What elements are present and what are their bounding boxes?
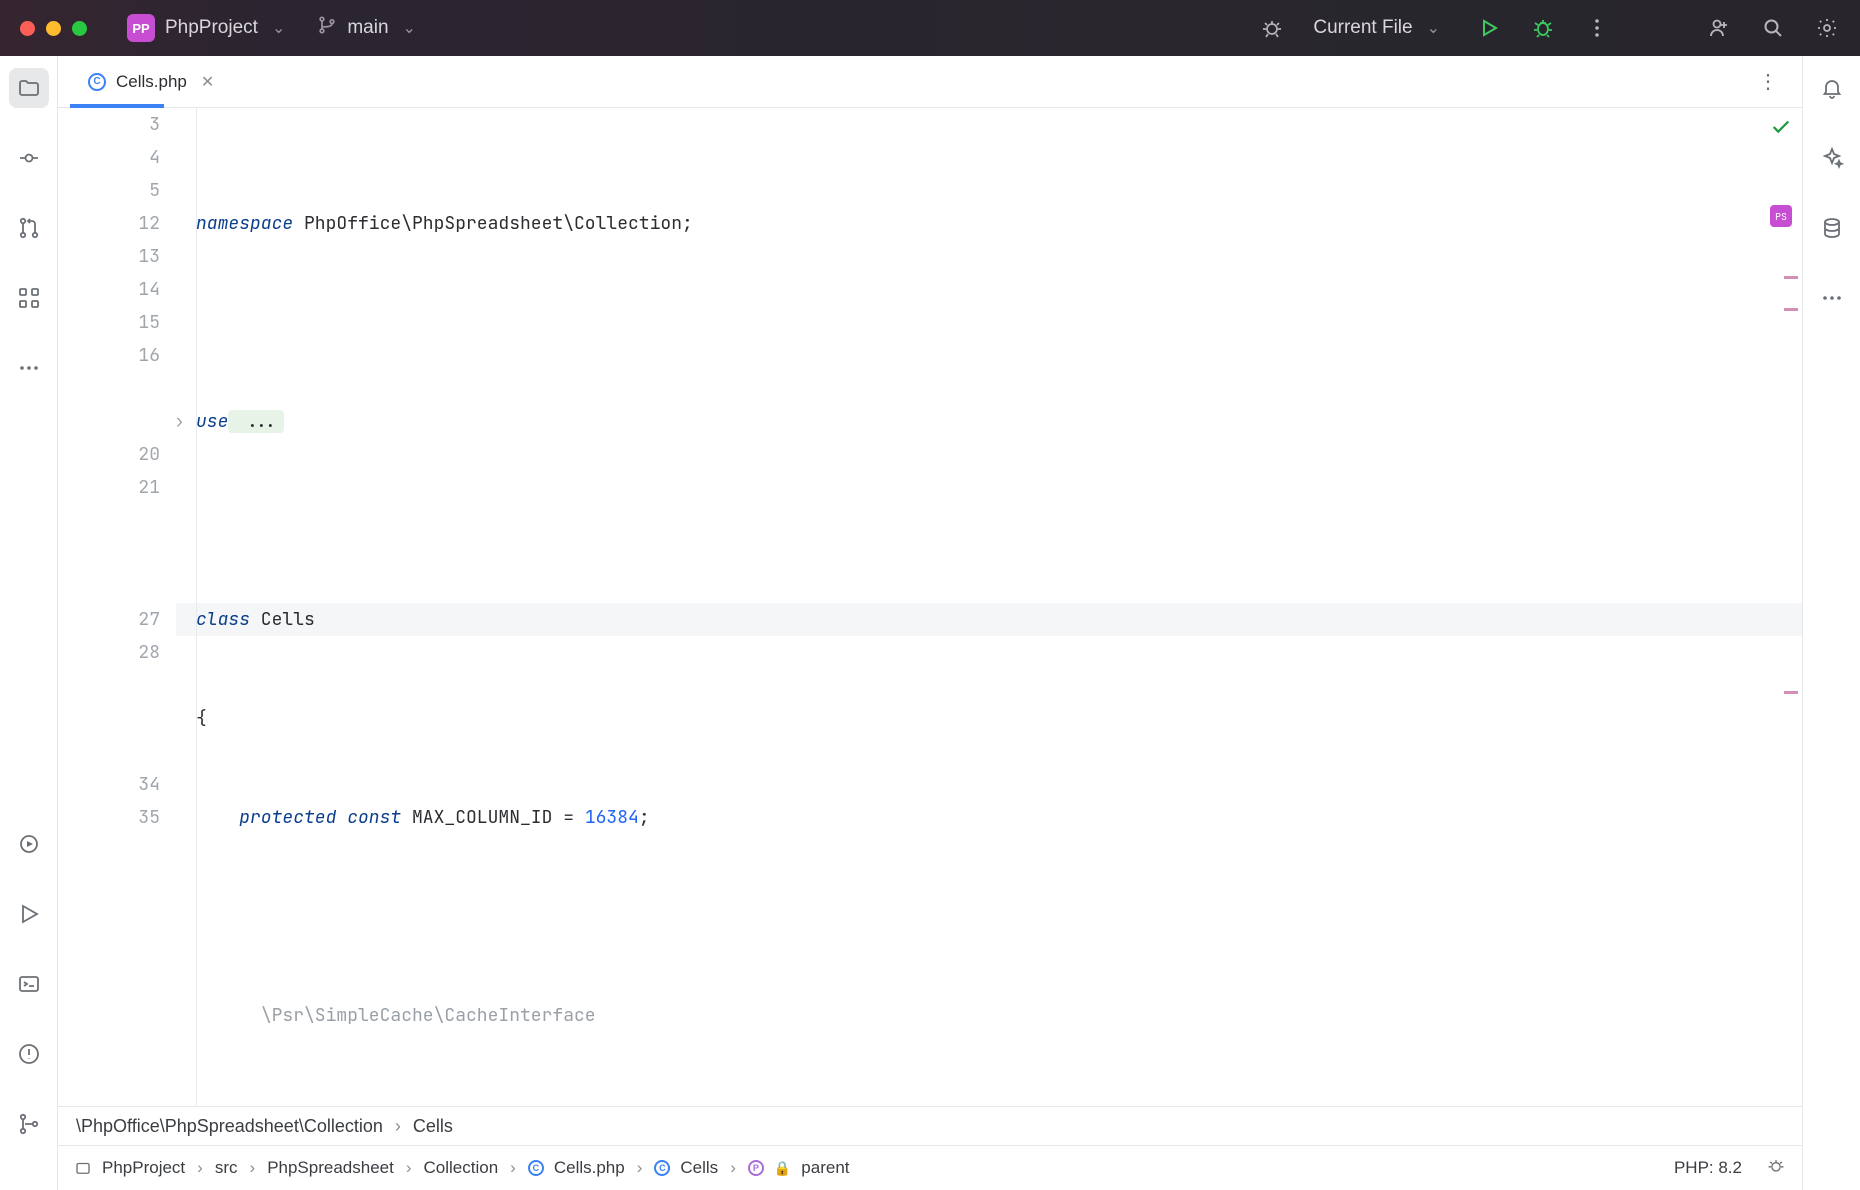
branch-name: main [347,17,388,39]
code-content[interactable]: namespace PhpOffice\PhpSpreadsheet\Colle… [176,108,1802,1106]
close-window-button[interactable] [20,21,35,36]
services-tool-button[interactable] [9,824,49,864]
php-version-widget[interactable]: PHP: 8.2 [1674,1158,1742,1178]
ai-assistant-button[interactable] [1812,138,1852,178]
commit-tool-button[interactable] [9,138,49,178]
error-stripe[interactable] [1788,228,1798,1026]
run-config-selector[interactable]: Current File ⌄ [1313,17,1440,39]
code-editor[interactable]: 3 4 5 12 13 14 15 16 20 21 27 28 [58,108,1802,1106]
search-icon[interactable] [1760,15,1786,41]
folder-icon [74,1159,92,1177]
chevron-right-icon: › [406,1158,412,1178]
chevron-right-icon: › [395,1116,401,1137]
class-icon: C [654,1160,670,1176]
database-tool-button[interactable] [1812,208,1852,248]
navbar-crumb-member[interactable]: P 🔒 parent [748,1158,850,1178]
terminal-tool-button[interactable] [9,964,49,1004]
titlebar: PP PhpProject ⌄ main ⌄ Current File ⌄ [0,0,1860,56]
tab-label: Cells.php [116,72,187,92]
branch-icon [317,15,337,41]
debug-button[interactable] [1530,15,1556,41]
more-actions-icon[interactable] [1584,15,1610,41]
chevron-down-icon: ⌄ [403,18,416,38]
chevron-right-icon: › [250,1158,256,1178]
bug-icon[interactable] [1259,15,1285,41]
problems-tool-button[interactable] [9,1034,49,1074]
window-controls [20,21,87,36]
maximize-window-button[interactable] [72,21,87,36]
navbar-crumb-dir[interactable]: PhpSpreadsheet [267,1158,394,1178]
more-tools-button[interactable] [9,348,49,388]
breadcrumb-namespace: \PhpOffice\PhpSpreadsheet\Collection [76,1116,383,1137]
chevron-right-icon: › [197,1158,203,1178]
chevron-right-icon: › [637,1158,643,1178]
project-badge: PP [127,14,155,42]
minimize-window-button[interactable] [46,21,61,36]
structure-tool-button[interactable] [9,278,49,318]
project-tool-button[interactable] [9,68,49,108]
line-gutter: 3 4 5 12 13 14 15 16 20 21 27 28 [58,108,176,1106]
right-tool-strip [1802,56,1860,1190]
project-name: PhpProject [165,17,258,39]
chevron-right-icon: › [510,1158,516,1178]
run-config-label: Current File [1313,17,1412,39]
tab-close-button[interactable]: ✕ [201,72,214,92]
navbar-crumb-class[interactable]: C Cells [654,1158,718,1178]
navbar-crumb-file[interactable]: C Cells.php [528,1158,625,1178]
navbar-crumb-src[interactable]: src [215,1158,238,1178]
lock-icon: 🔒 [774,1160,791,1177]
left-tool-strip [0,56,58,1190]
breadcrumb-class: Cells [413,1116,453,1137]
code-with-me-icon[interactable] [1706,15,1732,41]
namespace-breadcrumb[interactable]: \PhpOffice\PhpSpreadsheet\Collection › C… [58,1106,1802,1146]
chevron-down-icon: ⌄ [1427,18,1440,38]
tab-cells-php[interactable]: Cells.php ✕ [70,56,232,107]
navbar-crumb-project[interactable]: PhpProject [74,1158,185,1178]
php-class-file-icon: C [528,1160,544,1176]
more-right-tools-button[interactable] [1812,278,1852,318]
project-selector[interactable]: PP PhpProject ⌄ [127,14,285,42]
pull-requests-tool-button[interactable] [9,208,49,248]
chevron-right-icon: › [730,1158,736,1178]
run-button[interactable] [1476,15,1502,41]
navbar-crumb-dir[interactable]: Collection [424,1158,499,1178]
php-class-file-icon [88,73,106,91]
settings-gear-icon[interactable] [1814,15,1840,41]
interpreter-icon[interactable] [1766,1156,1786,1181]
editor-tabs: Cells.php ✕ ⋮ [58,56,1802,108]
statusbar: PhpProject › src › PhpSpreadsheet › Coll… [58,1146,1802,1190]
chevron-down-icon: ⌄ [272,18,285,38]
notifications-button[interactable] [1812,68,1852,108]
property-icon: P [748,1160,764,1176]
code-vision-icon[interactable]: PS [1770,205,1792,227]
vcs-tool-button[interactable] [9,1104,49,1144]
fold-chevron-icon[interactable]: › [174,405,185,438]
inspection-ok-icon[interactable] [1770,116,1792,149]
branch-selector[interactable]: main ⌄ [317,15,416,41]
run-tool-button[interactable] [9,894,49,934]
tabs-more-icon[interactable]: ⋮ [1746,69,1790,94]
